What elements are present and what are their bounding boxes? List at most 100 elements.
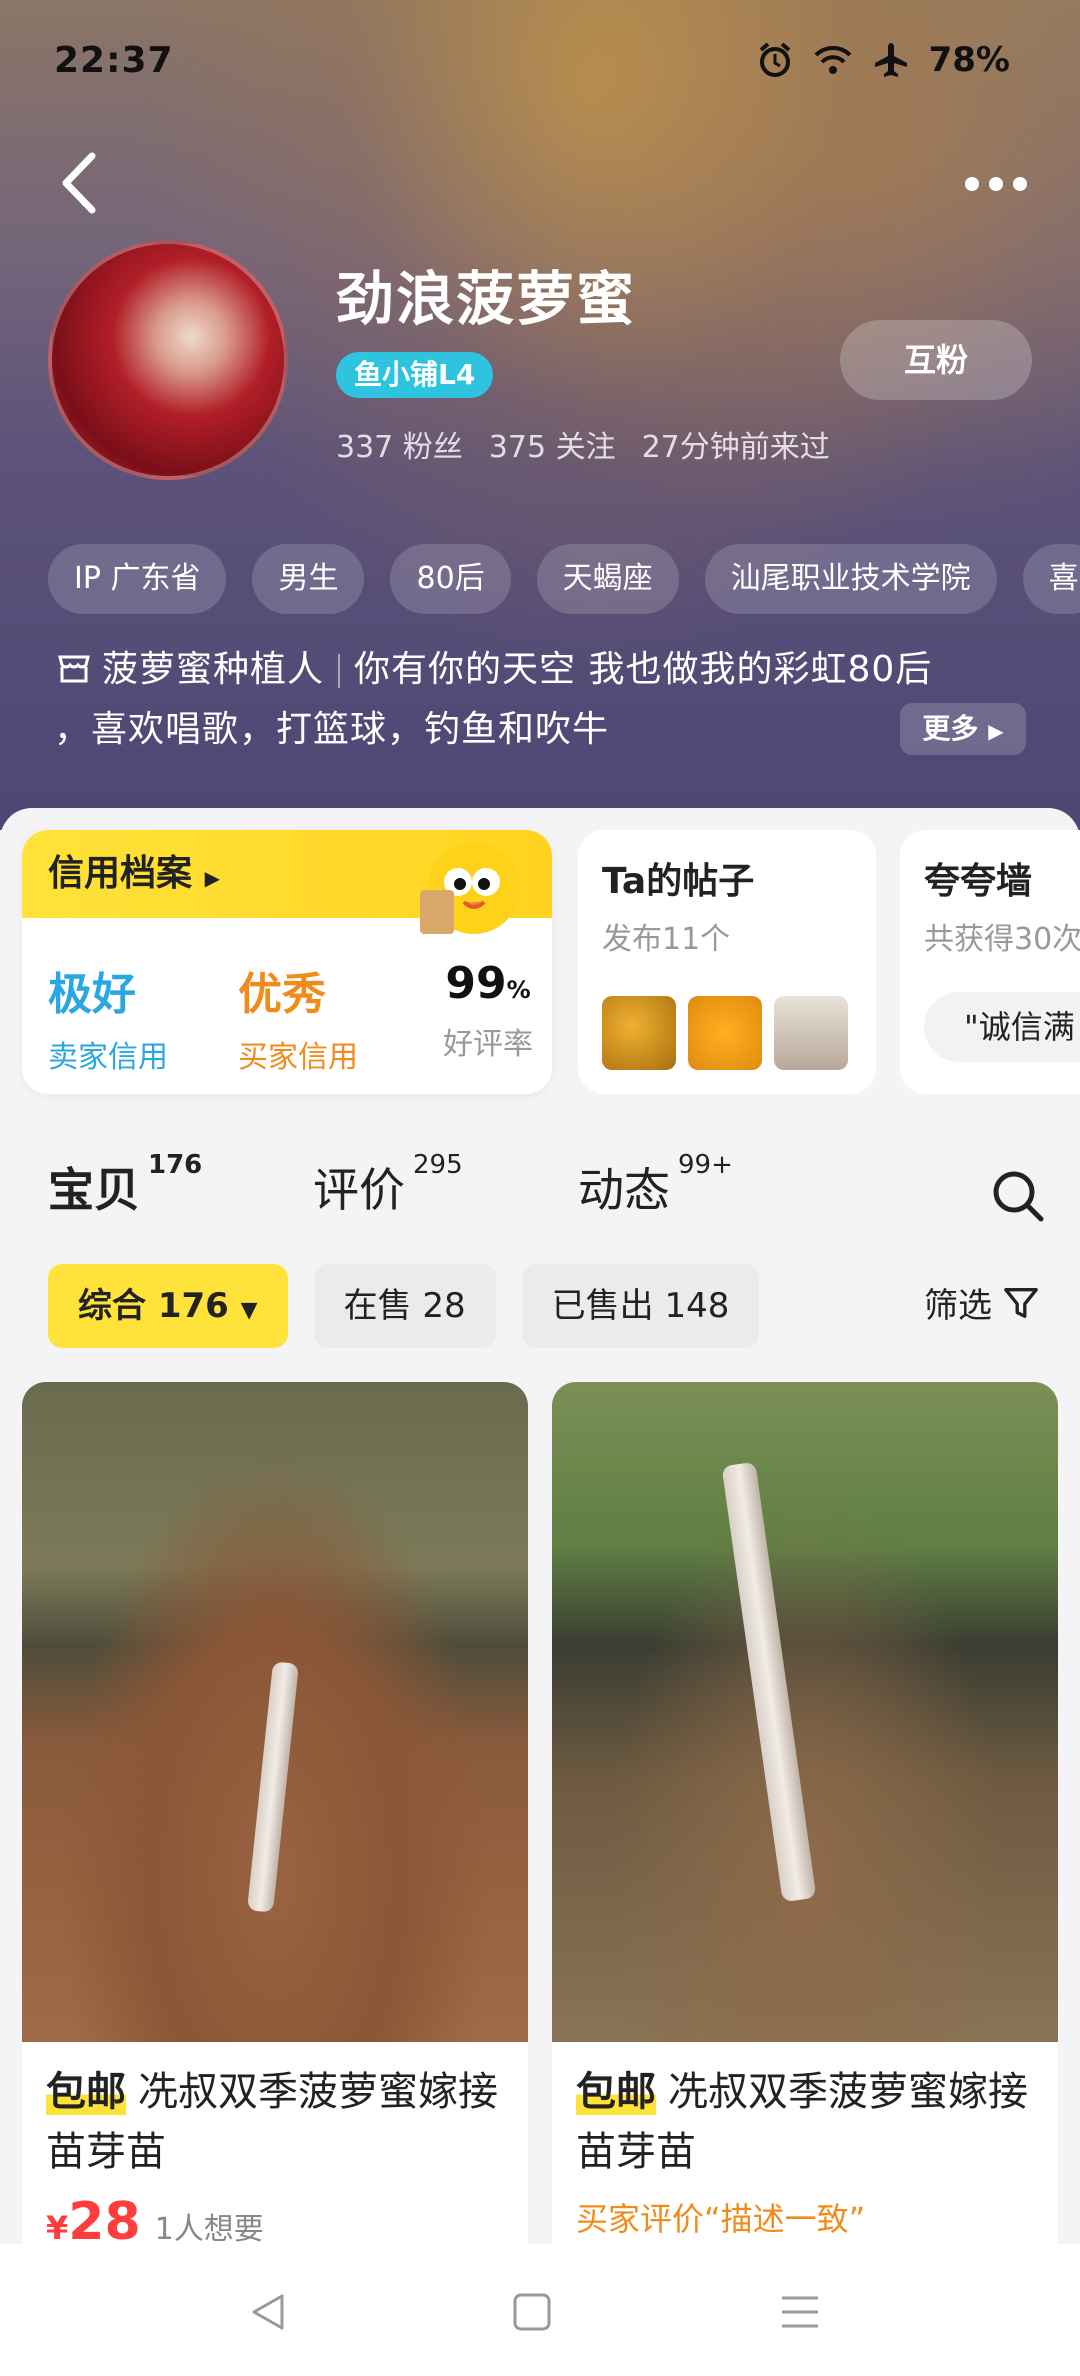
bio-text-1: 你有你的天空 我也做我的彩虹80后 (354, 649, 933, 690)
tag-ip: IP 广东省 (48, 544, 227, 614)
tab-activity[interactable]: 动态 99+ (578, 1150, 733, 1220)
status-icons: 78% (755, 40, 1010, 80)
filter-all-label: 综合 176 (78, 1286, 229, 1326)
buyer-credit-value: 优秀 (238, 969, 326, 1020)
profile-stats: 337 粉丝 375 关注 27分钟前来过 (336, 422, 830, 466)
bio-divider (338, 654, 341, 688)
buyer-credit: 优秀 买家信用 (238, 958, 428, 1076)
bio-text-2: ，喜欢唱歌，打篮球，钓鱼和吹牛 (54, 709, 610, 750)
bio-more-label: 更多 (922, 712, 979, 745)
rating-unit: % (506, 976, 531, 1004)
post-thumbnail (774, 996, 848, 1070)
shop-icon (58, 655, 90, 683)
seller-credit-value: 极好 (48, 969, 136, 1020)
tab-activity-label: 动态 (578, 1163, 670, 1217)
profile-bio: 菠萝蜜种植人 你有你的天空 我也做我的彩虹80后 ，喜欢唱歌，打篮球，钓鱼和吹牛 (54, 640, 1034, 760)
posts-card[interactable]: Ta的帖子 发布11个 (578, 830, 876, 1094)
post-thumbnail (688, 996, 762, 1070)
followers-count[interactable]: 337 粉丝 (336, 422, 463, 466)
bio-more-button[interactable]: 更多 ▶ (900, 703, 1026, 755)
avatar[interactable] (48, 240, 288, 480)
tag-gender: 男生 (252, 544, 365, 614)
more-options-icon[interactable] (960, 160, 1032, 208)
rating-label: 好评率 (443, 1027, 533, 1062)
praise-wall-card[interactable]: 夸夸墙 共获得30次 "诚信满 (900, 830, 1080, 1094)
tag-school: 汕尾职业技术学院 (704, 544, 997, 614)
tab-activity-count: 99+ (678, 1150, 733, 1180)
positive-rating: 99% 好评率 (428, 958, 548, 1076)
wifi-icon (814, 45, 852, 74)
bio-line-1: 菠萝蜜种植人 你有你的天空 我也做我的彩虹80后 (54, 640, 1034, 700)
item-grid: 包邮 冼叔双季菠萝蜜嫁接苗芽苗 ¥28 1人想要 包邮 冼叔双季菠萝蜜嫁接苗芽苗 买家… (22, 1382, 1058, 2262)
filter-sold[interactable]: 已售出 148 (521, 1264, 760, 1348)
filter-button[interactable]: 筛选 (924, 1278, 1040, 1327)
item-image (552, 1382, 1058, 2042)
free-shipping-tag: 包邮 (46, 2069, 126, 2115)
last-visit: 27分钟前来过 (641, 430, 830, 465)
credit-card-title: 信用档案 (48, 853, 193, 894)
praise-quote: "诚信满 (924, 992, 1080, 1062)
nav-menu-icon[interactable] (778, 2290, 822, 2334)
profile-header: 22:37 78% 劲浪菠萝蜜 鱼小铺L4 互粉 337 粉丝 375 关注 2… (0, 0, 1080, 830)
tag-age: 80后 (390, 544, 511, 614)
tab-items-count: 176 (148, 1150, 203, 1180)
tag-zodiac: 天蝎座 (536, 544, 679, 614)
tab-reviews-label: 评价 (313, 1163, 405, 1217)
price-currency: ¥ (46, 2209, 69, 2247)
shop-level-badge[interactable]: 鱼小铺L4 (336, 352, 494, 398)
profile-tags: IP 广东省 男生 80后 天蝎座 汕尾职业技术学院 喜 (48, 544, 1080, 614)
seedling-stem (721, 1461, 817, 1903)
buyer-credit-label: 买家信用 (238, 1040, 358, 1075)
item-title: 包邮 冼叔双季菠萝蜜嫁接苗芽苗 (552, 2042, 1058, 2182)
battery-level: 78% (928, 40, 1010, 80)
rating-value: 99 (445, 958, 507, 1009)
item-card[interactable]: 包邮 冼叔双季菠萝蜜嫁接苗芽苗 买家评价“描述一致” (552, 1382, 1058, 2262)
back-icon[interactable] (56, 148, 104, 218)
price-value: 28 (68, 2192, 141, 2252)
status-bar: 22:37 78% (0, 0, 1080, 128)
praise-title: 夸夸墙 (924, 861, 1033, 902)
status-time: 22:37 (54, 40, 174, 81)
filter-chips: 综合 176 ▼ 在售 28 已售出 148 (48, 1264, 760, 1348)
buyer-review-snippet: 买家评价“描述一致” (576, 2200, 866, 2238)
content-panel: 信用档案 ▶ 极好 卖家信用 优秀 买家信用 99% 好评率 Ta的帖子 发布1… (0, 808, 1080, 2376)
item-card[interactable]: 包邮 冼叔双季菠萝蜜嫁接苗芽苗 ¥28 1人想要 (22, 1382, 528, 2262)
posts-title: Ta的帖子 (602, 861, 755, 902)
seller-credit: 极好 卖家信用 (48, 958, 238, 1076)
free-shipping-tag: 包邮 (576, 2069, 656, 2115)
mascot-icon (420, 842, 520, 934)
caret-down-icon: ▼ (240, 1298, 258, 1323)
credit-card[interactable]: 信用档案 ▶ 极好 卖家信用 优秀 买家信用 99% 好评率 (22, 830, 552, 1094)
nav-back-icon[interactable] (246, 2290, 290, 2334)
praise-subtitle: 共获得30次 (924, 922, 1080, 957)
seedling-stem (247, 1661, 299, 1913)
tab-items-label: 宝贝 (48, 1163, 140, 1217)
alarm-icon (759, 42, 790, 77)
mutual-follow-button[interactable]: 互粉 (840, 320, 1032, 400)
filter-all[interactable]: 综合 176 ▼ (48, 1264, 288, 1348)
triangle-right-icon: ▶ (204, 866, 220, 890)
bio-role: 菠萝蜜种植人 (102, 649, 325, 690)
nav-home-icon[interactable] (510, 2290, 554, 2334)
post-thumbnails (602, 996, 852, 1070)
following-count[interactable]: 375 关注 (489, 422, 616, 466)
item-image (22, 1382, 528, 2042)
profile-name: 劲浪菠萝蜜 (336, 265, 637, 333)
posts-subtitle: 发布11个 (602, 922, 731, 957)
item-title: 包邮 冼叔双季菠萝蜜嫁接苗芽苗 (22, 2042, 528, 2182)
tab-reviews-count: 295 (413, 1150, 463, 1180)
seller-credit-label: 卖家信用 (48, 1040, 168, 1075)
tab-reviews[interactable]: 评价 295 (313, 1150, 463, 1220)
tag-hobby: 喜 (1022, 544, 1080, 614)
system-nav-bar (0, 2244, 1080, 2376)
filter-on-sale[interactable]: 在售 28 (313, 1264, 496, 1348)
filter-label: 筛选 (924, 1286, 992, 1326)
profile-tabs: 宝贝 176 评价 295 动态 99+ (48, 1150, 1048, 1234)
triangle-right-icon: ▶ (988, 719, 1004, 743)
post-thumbnail (602, 996, 676, 1070)
tab-items[interactable]: 宝贝 176 (48, 1150, 202, 1220)
funnel-icon (1004, 1287, 1038, 1318)
credit-values: 极好 卖家信用 优秀 买家信用 99% 好评率 (22, 918, 552, 1076)
airplane-icon (874, 43, 907, 77)
search-icon[interactable] (990, 1168, 1046, 1224)
